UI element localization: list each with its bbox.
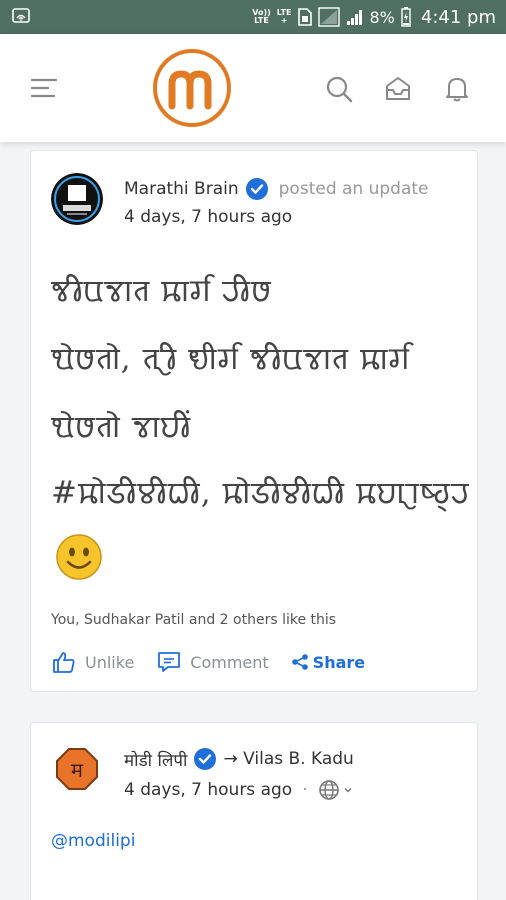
bell-icon[interactable]	[442, 74, 472, 104]
post-card: म मोडी लिपी → Vilas B. Kadu 4 days, 7 ho…	[30, 722, 478, 900]
unlike-label: Unlike	[85, 652, 135, 672]
site-logo[interactable]	[152, 48, 232, 128]
battery-icon	[401, 7, 411, 27]
share-label: Share	[312, 652, 366, 672]
chevron-down-icon	[344, 787, 352, 793]
lte-indicator: LTE +	[277, 9, 292, 25]
volte-bottom: LTE	[254, 16, 269, 25]
separator-dot: ·	[302, 780, 308, 800]
modi-lipi-avatar-icon: म	[51, 743, 103, 795]
sim-card-icon	[297, 8, 312, 26]
thumbs-up-icon	[53, 652, 75, 673]
smiley-emoji-icon	[56, 534, 102, 580]
post-action: posted an update	[278, 179, 429, 199]
author-avatar[interactable]	[51, 173, 103, 225]
comment-icon	[158, 652, 181, 672]
battery-percent: 8%	[369, 7, 395, 27]
svg-text:म: म	[71, 758, 84, 782]
share-button[interactable]: Share	[291, 653, 365, 672]
verified-badge-icon	[245, 178, 268, 200]
volte-indicator: Vo)) LTE	[252, 9, 271, 25]
status-bar: Vo)) LTE LTE + 8% 4:41 pm	[0, 0, 506, 34]
post-actions: Unlike Comment Share	[51, 649, 387, 675]
globe-icon	[318, 780, 339, 800]
signal-icon-2	[346, 10, 362, 25]
verified-badge-icon	[194, 748, 217, 770]
visibility-dropdown[interactable]	[318, 779, 353, 801]
author-name[interactable]: मोडी लिपी	[124, 748, 187, 771]
unlike-button[interactable]: Unlike	[51, 649, 134, 675]
comment-button[interactable]: Comment	[156, 649, 269, 675]
post-timestamp[interactable]: 4 days, 7 hours ago	[124, 207, 292, 227]
clock: 4:41 pm	[420, 6, 496, 28]
post-target[interactable]: → Vilas B. Kadu	[223, 749, 353, 769]
post-card: Marathi Brain posted an update 4 days, 7…	[30, 150, 478, 692]
post-body-line: 𑘕𑘲𑘪𑘡𑘰𑘝 𑘦𑘰𑘨𑘿𑘐 𑘨𑘲𑘭	[51, 273, 272, 309]
comment-label: Comment	[190, 652, 269, 672]
post-body-line: 𑘌𑘭𑘝𑘻 𑘡𑘰𑘮𑘲𑘽	[51, 409, 192, 445]
share-icon	[291, 654, 308, 670]
likes-summary[interactable]: You, Sudhakar Patil and 2 others like th…	[51, 612, 336, 628]
mention-link[interactable]: @modilipi	[51, 831, 135, 851]
app-header	[0, 34, 506, 142]
author-avatar[interactable]: म	[51, 743, 103, 795]
post-body-line: #𑘦𑘻𑘚𑘲𑘩𑘲𑘢𑘲, 𑘦𑘻𑘚𑘲𑘩𑘲𑘢𑘲 𑘦𑘮𑘰𑘨𑘰𑘬𑘿𑘘𑘿𑘨	[51, 475, 470, 511]
lte-bottom: +	[280, 16, 288, 25]
search-icon[interactable]	[324, 74, 354, 104]
screen-mirroring-icon	[12, 8, 30, 23]
post-timestamp[interactable]: 4 days, 7 hours ago	[124, 780, 292, 800]
marathi-brain-avatar-icon	[51, 173, 103, 225]
menu-icon[interactable]	[30, 76, 60, 100]
post-body-line: 𑘌𑘭𑘝𑘻, 𑘝𑘨𑘲 𑘠𑘱𑘨𑘿𑘐 𑘕𑘲𑘪𑘡𑘰𑘝 𑘦𑘰𑘨𑘿𑘐	[51, 341, 411, 377]
signal-icon-1	[317, 7, 340, 27]
author-name[interactable]: Marathi Brain	[124, 179, 239, 199]
inbox-icon[interactable]	[383, 74, 413, 104]
